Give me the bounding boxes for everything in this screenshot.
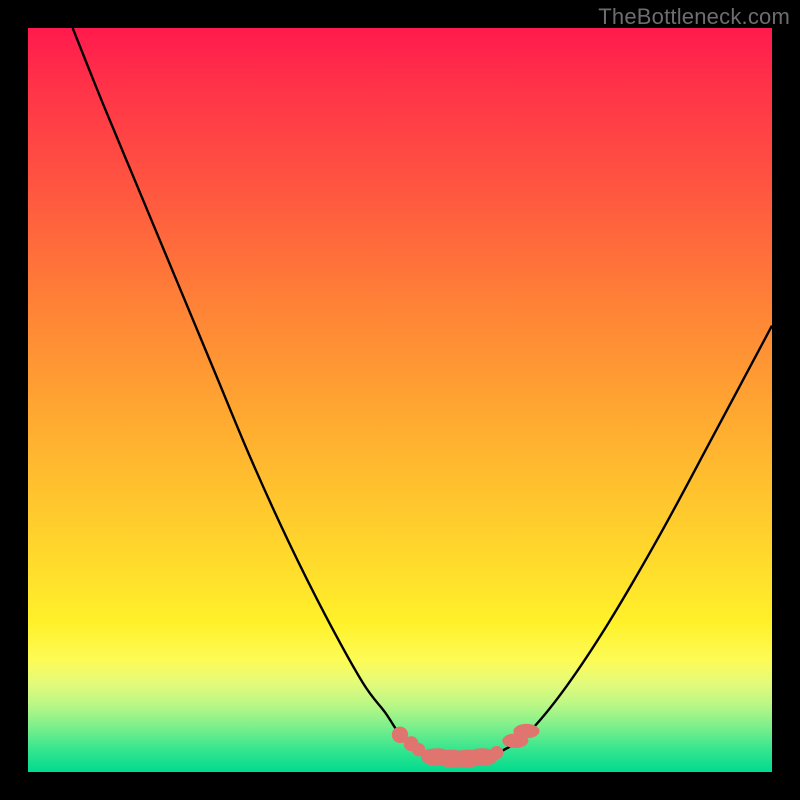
curve-group <box>73 28 772 759</box>
plot-area <box>28 28 772 772</box>
watermark-text: TheBottleneck.com <box>598 4 790 30</box>
curve-marker <box>490 746 503 759</box>
chart-frame: TheBottleneck.com <box>0 0 800 800</box>
markers-group <box>392 724 540 768</box>
curve-marker <box>513 724 539 739</box>
bottleneck-curve <box>73 28 772 759</box>
curve-svg <box>28 28 772 772</box>
